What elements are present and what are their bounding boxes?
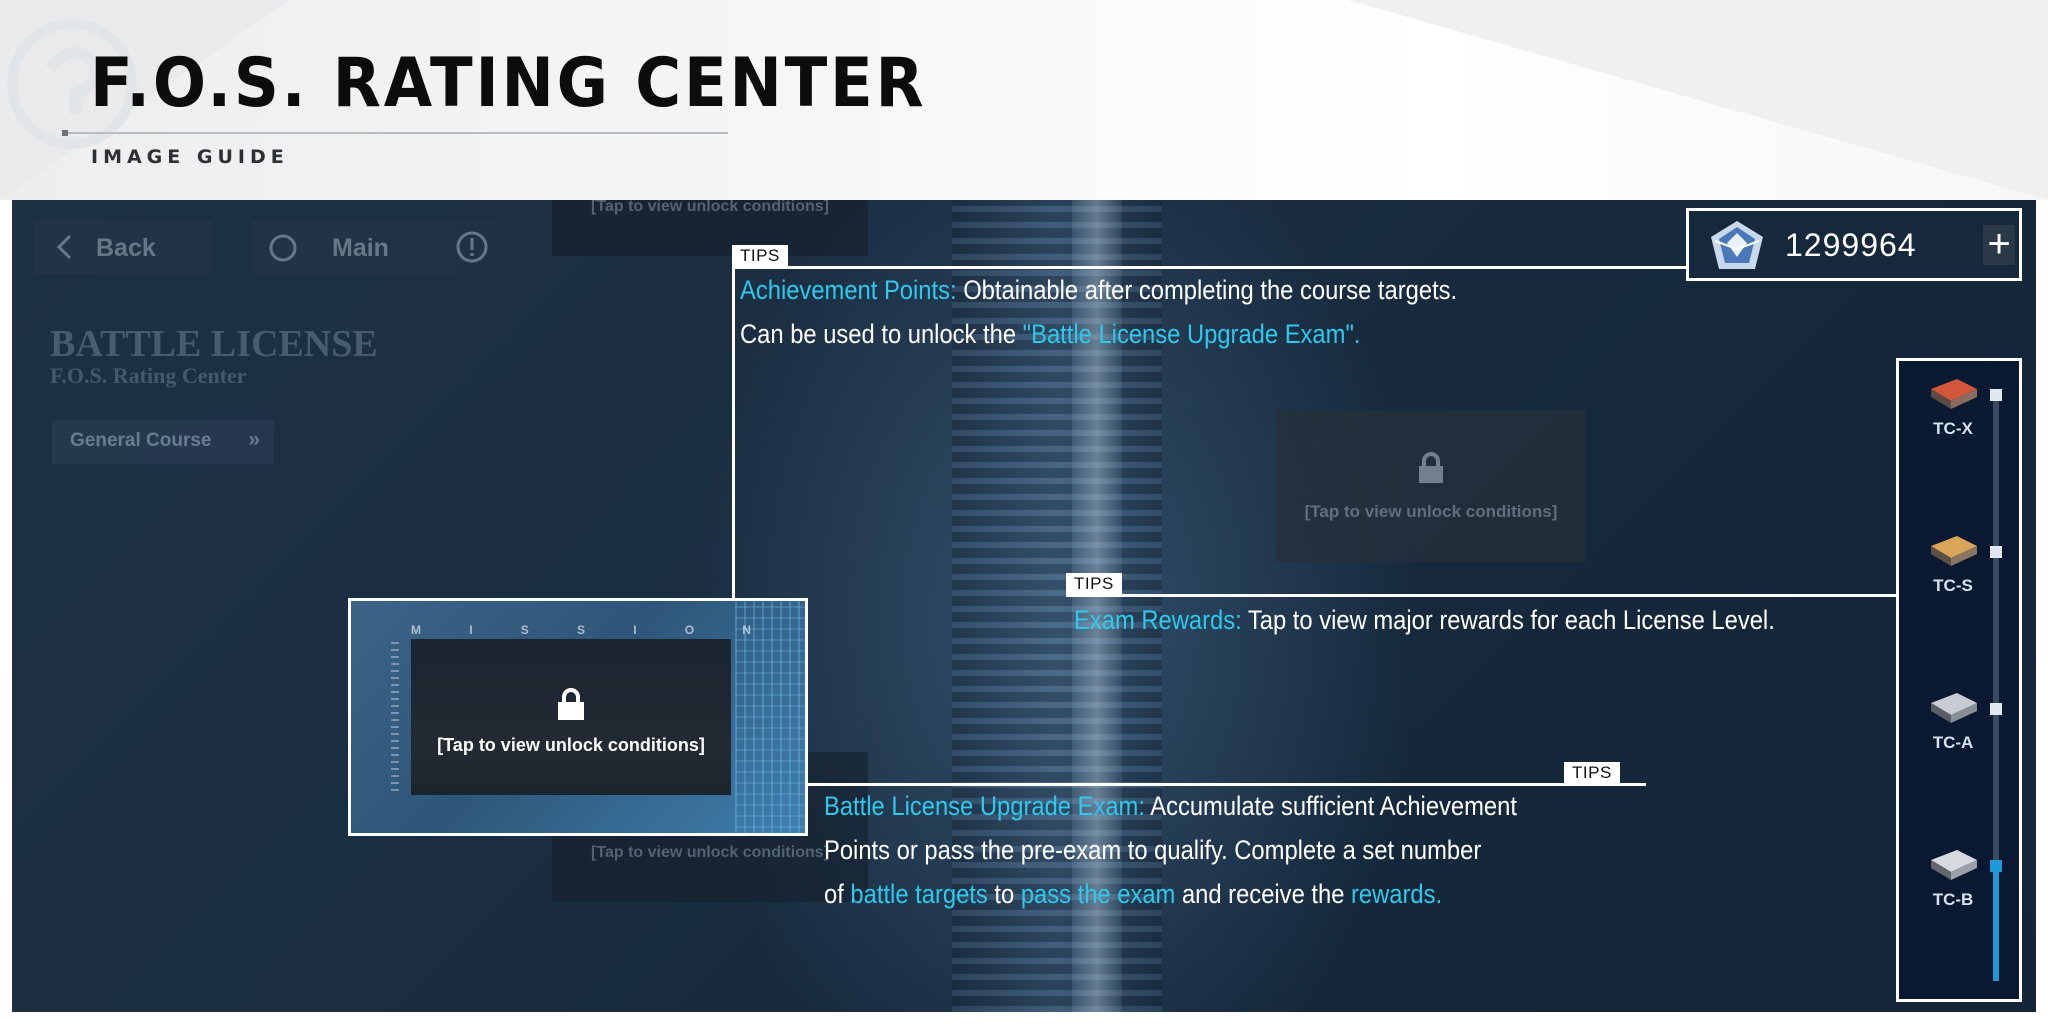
tip2-line1: Tap to view major rewards for each Licen… [1241, 605, 1775, 635]
mission-letter: M [411, 623, 421, 637]
chevron-left-icon [56, 234, 72, 260]
battle-license-subtitle: F.O.S. Rating Center [50, 363, 247, 388]
tier-tc-x[interactable]: TC-X [1899, 377, 2025, 457]
license-level-sidebar: TC-X TC-S TC-A TC-B [1896, 358, 2022, 1002]
tier-node [1990, 703, 2002, 715]
tier-label: TC-B [1932, 890, 1974, 909]
tip3-line2: Points or pass the pre-exam to qualify. … [824, 835, 1482, 865]
tier-node [1990, 389, 2002, 401]
tc-s-reward-icon [1931, 536, 1977, 566]
page-subtitle: IMAGE GUIDE [91, 146, 289, 168]
featured-mission-inner: [Tap to view unlock conditions] [411, 639, 731, 795]
tip1-tag: TIPS [732, 245, 788, 266]
tip2-term: Exam Rewards: [1074, 605, 1242, 635]
mission-letter: O [684, 623, 695, 637]
lock-icon [558, 688, 584, 720]
tc-b-reward-icon [1931, 850, 1977, 880]
add-points-button[interactable]: + [1983, 224, 2015, 265]
header-decoration-right [1348, 0, 2048, 200]
title-divider [64, 132, 728, 134]
mission-letter: I [633, 623, 637, 637]
tip2-text: Exam Rewards: Tap to view major rewards … [1074, 598, 1775, 642]
lock-icon [1419, 452, 1443, 483]
mission-card-top-text: [Tap to view unlock conditions] [591, 200, 829, 215]
back-button[interactable]: Back [34, 220, 212, 274]
tip3-line3c: and receive the [1175, 879, 1352, 909]
tip3-line1: Accumulate sufficient Achievement [1144, 791, 1517, 821]
tip1-text: Achievement Points: Obtainable after com… [740, 268, 1457, 356]
info-icon [456, 231, 488, 263]
tip3-line3-hl2: pass the exam [1020, 879, 1176, 909]
tier-tc-b[interactable]: TC-B [1899, 848, 2025, 928]
tip3-text: Battle License Upgrade Exam: Accumulate … [824, 784, 1517, 916]
general-course-label: General Course [70, 430, 212, 451]
game-screenshot: [Tap to view unlock conditions] [Tap to … [12, 200, 2036, 1012]
tip3-line3-hl3: rewards. [1351, 879, 1443, 909]
tip1-line1: Obtainable after completing the course t… [956, 275, 1458, 305]
tip1-connector-vertical [732, 268, 735, 600]
tier-label: TC-S [1933, 576, 1973, 595]
crystal-icon [1711, 221, 1763, 269]
tip3-line3-hl1: battle targets [850, 879, 988, 909]
info-button[interactable] [446, 220, 498, 274]
mission-letters: M I S S I O N [411, 623, 751, 637]
tier-tc-s[interactable]: TC-S [1899, 534, 2025, 614]
tier-tc-a[interactable]: TC-A [1899, 691, 2025, 771]
tc-a-reward-icon [1931, 693, 1977, 723]
tip2-connector [1066, 594, 1896, 597]
page-title: F.O.S. RATING CENTER [90, 44, 927, 123]
mission-card-middle-text: [Tap to view unlock conditions] [1304, 502, 1558, 521]
tip3-line3a: of [824, 879, 851, 909]
tip3-line3b: to [987, 879, 1021, 909]
tip3-tag: TIPS [1564, 762, 1620, 783]
tip1-line2-highlight: "Battle License Upgrade Exam". [1022, 319, 1361, 349]
tier-label: TC-X [1933, 419, 1973, 438]
mission-letter: I [469, 623, 473, 637]
achievement-points-value: 1299964 [1785, 227, 1917, 263]
mission-letter: S [520, 623, 529, 637]
mission-card-middle[interactable]: [Tap to view unlock conditions] [1276, 410, 1586, 562]
dotted-decoration [391, 641, 399, 791]
mission-card-bottom-text: [Tap to view unlock conditions] [591, 844, 829, 861]
main-button[interactable]: Main [252, 220, 452, 274]
tc-x-reward-icon [1931, 379, 1977, 409]
mission-letter: N [742, 623, 751, 637]
featured-mission-card[interactable]: M I S S I O N [Tap to view unlock condit… [348, 598, 808, 836]
tier-node-active [1990, 860, 2002, 872]
home-circle-icon [269, 234, 297, 262]
tip3-term: Battle License Upgrade Exam: [824, 791, 1145, 821]
tier-label: TC-A [1932, 733, 1974, 752]
double-chevron-right-icon: » [248, 428, 260, 451]
tier-node [1990, 546, 2002, 558]
general-course-button[interactable]: General Course » [52, 420, 274, 464]
back-label: Back [96, 234, 156, 262]
featured-mission-text: [Tap to view unlock conditions] [437, 735, 705, 755]
mission-card-top-dimmed[interactable]: [Tap to view unlock conditions] [552, 200, 868, 256]
main-label: Main [332, 234, 389, 262]
tip1-line2: Can be used to unlock the [740, 319, 1023, 349]
achievement-points-display: 1299964 + [1686, 208, 2022, 281]
title-divider-dot [62, 130, 68, 136]
tip2-tag: TIPS [1066, 573, 1122, 594]
mission-letter: S [576, 623, 585, 637]
battle-license-title: BATTLE LICENSE [50, 323, 378, 365]
tip1-term: Achievement Points: [740, 275, 957, 305]
